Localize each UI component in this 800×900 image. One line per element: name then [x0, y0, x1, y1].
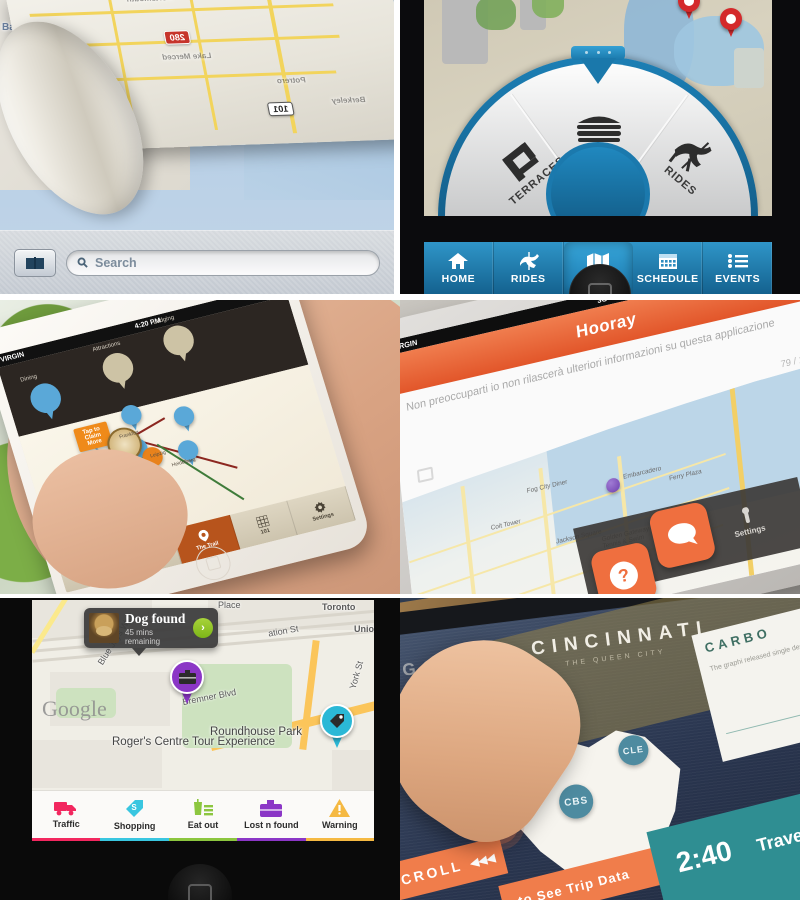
ribbon-scroll[interactable]: SCROLL ◀◀◀ — [400, 836, 509, 900]
search-icon — [77, 257, 88, 268]
ribbon-trip-data-label: to See Trip Data — [516, 865, 632, 900]
callout-text: Dog found 45 mins remaining — [125, 611, 187, 646]
city-dot-cbs-label: CBS — [563, 794, 589, 809]
ios-toolbar: Search — [0, 230, 394, 294]
panel-hooray: VIRGIN 3G 4:20 PM Hooray Send Non preocc… — [400, 300, 800, 594]
panel-trail-app: VIRGIN 4:20 PM 3G Dining Attractions — [0, 300, 400, 594]
inspiration-grid: Presidio of San Francisco Sea Cliff Bay … — [0, 0, 800, 900]
dog-thumbnail — [89, 613, 119, 643]
tab-warning[interactable]: Warning — [306, 791, 374, 838]
bookmarks-button[interactable] — [14, 248, 56, 277]
tab-schedule[interactable]: SCHEDULE — [633, 242, 704, 294]
filter-dining-label: Dining — [19, 373, 38, 384]
character-counter: 79 / 140 — [780, 352, 800, 371]
tab-rides-label: RIDES — [510, 272, 546, 285]
trail-pin[interactable] — [171, 404, 198, 435]
calendar-icon — [658, 253, 677, 269]
search-input[interactable]: Search — [66, 249, 380, 276]
filter-lodging[interactable]: Lodging — [153, 315, 201, 368]
tab-eat-out-label: Eat out — [187, 820, 219, 830]
message-button[interactable] — [647, 500, 718, 571]
callout-chevron-right-icon[interactable]: › — [193, 618, 213, 638]
tab-101-label: 101 — [259, 527, 271, 536]
camera-icon[interactable] — [416, 466, 434, 484]
city-dot-cle-label: CLE — [622, 743, 645, 757]
tab-home-label: HOME — [441, 272, 476, 285]
radial-drag-handle[interactable] — [571, 46, 625, 60]
speech-bubble-icon — [668, 523, 698, 545]
panel-touch-table: HICAGO CINCINNATI THE QUEEN CITY CIN CBS… — [400, 598, 800, 900]
filter-dining[interactable]: Dining — [20, 374, 68, 426]
ribbon-scroll-arrows: ◀◀◀ — [468, 851, 497, 870]
trip-time-label: Trave — [754, 824, 800, 856]
list-icon — [727, 253, 748, 268]
tab-settings-label: Settings — [311, 511, 335, 523]
ribbon-scroll-label: SCROLL — [400, 857, 465, 892]
callout-title: Dog found — [125, 610, 186, 626]
tab-traffic-label: Traffic — [52, 819, 80, 829]
briefcase-icon — [178, 670, 196, 684]
iphone-home-button[interactable] — [168, 864, 232, 900]
trip-time-value: 2:40 — [673, 834, 736, 879]
map-pin-lost-found[interactable] — [170, 660, 204, 706]
filter-attractions-label: Attractions — [91, 340, 122, 354]
panel-dog-found: Google Toronto Union Station R Blue Jays… — [0, 598, 400, 900]
tab-shopping[interactable]: S Shopping — [100, 791, 168, 838]
carousel-icon — [520, 251, 540, 270]
tab-schedule-label: SCHEDULE — [636, 272, 699, 285]
divider — [726, 713, 800, 735]
map-label: Union Station R — [354, 624, 374, 634]
drink-icon — [194, 799, 214, 816]
price-tag-icon — [329, 714, 344, 728]
tab-rides[interactable]: RIDES — [494, 242, 564, 294]
gear-icon — [314, 501, 326, 513]
alerts-tab-bar: Traffic S Shopping Eat out Lost n found … — [32, 790, 374, 838]
map-pin[interactable] — [720, 8, 742, 38]
dog-found-callout[interactable]: Dog found 45 mins remaining › — [84, 608, 218, 656]
warning-triangle-icon — [329, 799, 351, 817]
nav-bar: Hooray Send — [400, 300, 800, 396]
grid-icon — [255, 514, 270, 528]
pin-icon — [198, 529, 210, 542]
panel-theme-park: TERRACES FOOD — [400, 0, 800, 294]
phone-screen[interactable]: TERRACES FOOD — [424, 0, 772, 216]
google-watermark: Google — [42, 696, 107, 721]
network-label: 3G — [597, 300, 608, 305]
phone-body: Google Toronto Union Station R Blue Jays… — [0, 598, 400, 900]
tab-lost-n-found-label: Lost n found — [244, 819, 299, 830]
briefcase-icon — [260, 799, 283, 817]
question-mark-icon: ? — [607, 558, 641, 593]
tab-traffic[interactable]: Traffic — [32, 791, 100, 838]
table-surround: HICAGO CINCINNATI THE QUEEN CITY CIN CBS… — [400, 598, 800, 900]
panel-ios-maps: Presidio of San Francisco Sea Cliff Bay … — [0, 0, 394, 294]
tab-lost-n-found[interactable]: Lost n found — [237, 791, 305, 838]
tab-warning-label: Warning — [321, 820, 358, 830]
tab-events[interactable]: EVENTS — [703, 242, 772, 294]
phone-body: TERRACES FOOD — [400, 0, 800, 294]
search-placeholder: Search — [95, 255, 137, 270]
price-tag-icon: S — [126, 799, 144, 817]
map-label: Place — [218, 600, 241, 610]
drag-dots — [585, 51, 611, 54]
radial-hub[interactable] — [546, 142, 650, 216]
house-icon — [448, 252, 469, 269]
callout-subtitle: 45 mins remaining — [125, 627, 161, 646]
wrench-icon — [742, 507, 751, 523]
filter-attractions[interactable]: Attractions — [92, 341, 140, 396]
map-pin-shopping[interactable] — [320, 704, 354, 750]
map-pin[interactable] — [678, 0, 700, 20]
app-title: Hooray — [575, 308, 638, 342]
tab-shopping-label: Shopping — [113, 820, 156, 831]
map-label: York St — [347, 659, 366, 691]
map-label: Toronto — [322, 602, 356, 612]
tab-home[interactable]: HOME — [424, 242, 494, 294]
tab-events-label: EVENTS — [715, 272, 761, 285]
truck-icon — [54, 802, 77, 816]
map-label-roger: Roger's Centre Tour Experience — [112, 736, 276, 748]
book-icon — [26, 256, 44, 269]
svg-text:S: S — [131, 803, 137, 812]
tab-eat-out[interactable]: Eat out — [169, 791, 237, 838]
help-button[interactable]: ? — [589, 540, 659, 594]
tab-color-strip — [32, 838, 375, 841]
